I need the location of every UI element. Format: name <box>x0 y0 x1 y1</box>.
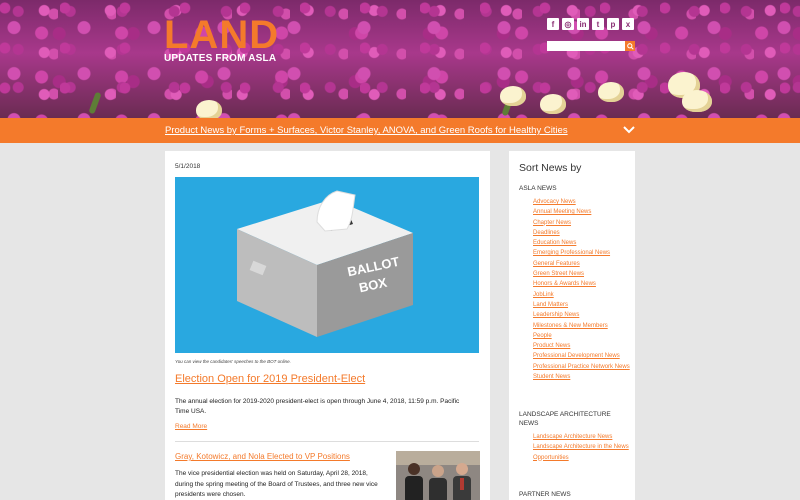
ballot-box-illustration: BALLOT BOX <box>237 190 413 337</box>
read-more-link[interactable]: Read More <box>175 423 207 430</box>
sidebar-link[interactable]: Product News <box>533 343 633 350</box>
logo-subtitle: UPDATES FROM ASLA <box>164 53 277 64</box>
sidebar-link[interactable]: JobLink <box>533 292 633 299</box>
sidebar-sort-news: Sort News by ASLA NEWS Advocacy News Ann… <box>509 151 635 500</box>
article-summary: The vice presidential election was held … <box>175 470 378 498</box>
social-links: f ◎ in t p x <box>547 18 634 30</box>
pinterest-icon[interactable]: p <box>607 18 619 30</box>
sidebar-link[interactable]: Professional Practice Network News <box>533 364 633 371</box>
search-box <box>547 41 635 51</box>
sidebar-link[interactable]: Annual Meeting News <box>533 209 633 216</box>
sidebar-link[interactable]: Honors & Awards News <box>533 281 633 288</box>
sidebar-link[interactable]: Emerging Professional News <box>533 250 633 257</box>
asla-news-links: Advocacy News Annual Meeting News Chapte… <box>533 199 633 384</box>
sidebar-link[interactable]: Land Matters <box>533 302 633 309</box>
xing-icon[interactable]: x <box>622 18 634 30</box>
twitter-icon[interactable]: t <box>592 18 604 30</box>
sidebar-heading: Sort News by <box>519 162 582 174</box>
people-photo-illustration <box>396 451 480 500</box>
header-banner: LAND UPDATES FROM ASLA f ◎ in t p x <box>0 0 800 118</box>
sidebar-link[interactable]: Leadership News <box>533 312 633 319</box>
chevron-down-icon[interactable] <box>622 123 636 137</box>
flower-decoration <box>196 100 222 118</box>
main-content: 5/1/2018 BALLOT BOX You can view the can… <box>165 151 490 500</box>
facebook-icon[interactable]: f <box>547 18 559 30</box>
section-label-partner-news: PARTNER NEWS <box>519 491 571 498</box>
flower-decoration <box>682 90 712 112</box>
search-icon <box>626 42 634 50</box>
sidebar-link[interactable]: People <box>533 333 633 340</box>
image-caption: You can view the candidates' speeches to… <box>175 359 291 364</box>
search-input[interactable] <box>547 41 625 51</box>
search-button[interactable] <box>625 41 635 51</box>
divider <box>175 441 479 442</box>
logo-word: LAND <box>164 13 280 57</box>
sidebar-link[interactable]: Advocacy News <box>533 199 633 206</box>
sidebar-link[interactable]: Landscape Architecture in the News <box>533 444 633 451</box>
sidebar-link[interactable]: General Features <box>533 261 633 268</box>
flower-decoration <box>540 94 566 114</box>
leaf-decoration <box>88 91 102 115</box>
article-title-link[interactable]: Gray, Kotowicz, and Nola Elected to VP P… <box>175 452 350 461</box>
site-logo[interactable]: LAND UPDATES FROM ASLA <box>164 13 280 64</box>
la-news-links: Landscape Architecture News Landscape Ar… <box>533 434 633 465</box>
sidebar-link[interactable]: Education News <box>533 240 633 247</box>
sidebar-link[interactable]: Professional Development News <box>533 353 633 360</box>
sidebar-link[interactable]: Landscape Architecture News <box>533 434 633 441</box>
section-label-landscape-architecture-news: LANDSCAPE ARCHITECTURE NEWS <box>519 411 611 427</box>
linkedin-icon[interactable]: in <box>577 18 589 30</box>
sidebar-link[interactable]: Green Street News <box>533 271 633 278</box>
featured-news-bar: Product News by Forms + Surfaces, Victor… <box>0 118 800 143</box>
ballot-box-image[interactable]: BALLOT BOX <box>175 177 479 353</box>
flower-decoration <box>598 82 624 102</box>
featured-news-link[interactable]: Product News by Forms + Surfaces, Victor… <box>165 125 568 136</box>
post-date: 5/1/2018 <box>175 163 201 170</box>
article-summary: The annual election for 2019-2020 presid… <box>175 398 460 415</box>
article-title-link[interactable]: Election Open for 2019 President-Elect <box>175 373 365 385</box>
sidebar-link[interactable]: Milestones & New Members <box>533 323 633 330</box>
sidebar-link[interactable]: Opportunities <box>533 455 633 462</box>
sidebar-link[interactable]: Chapter News <box>533 220 633 227</box>
instagram-icon[interactable]: ◎ <box>562 18 574 30</box>
sidebar-link[interactable]: Student News <box>533 374 633 381</box>
sidebar-link[interactable]: Deadlines <box>533 230 633 237</box>
section-label-asla-news: ASLA NEWS <box>519 185 557 192</box>
vp-group-photo[interactable] <box>396 451 480 500</box>
flower-decoration <box>500 86 526 106</box>
